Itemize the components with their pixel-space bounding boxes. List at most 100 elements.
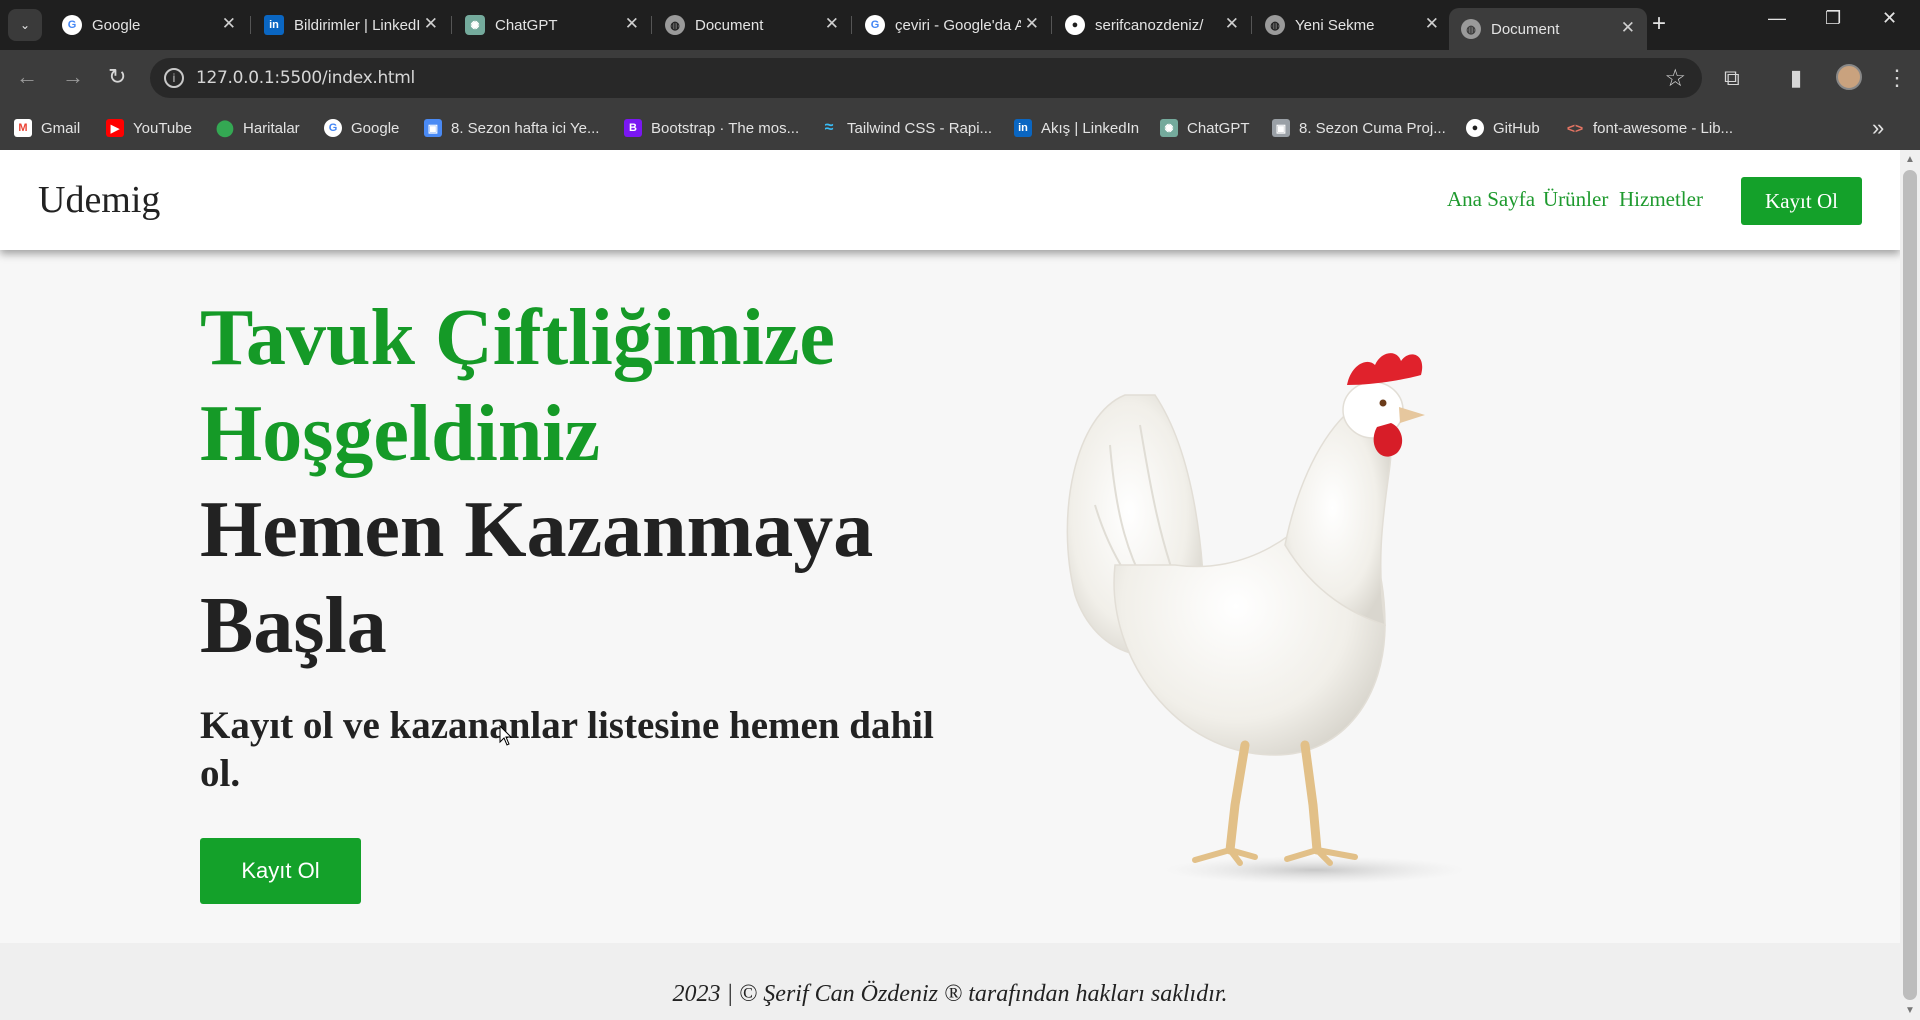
scroll-down-icon[interactable]: ▼ bbox=[1905, 1005, 1915, 1016]
browser-tab-strip: ⌄ G Google ✕ in Bildirimler | LinkedIn ✕… bbox=[0, 0, 1920, 50]
chicken-eye bbox=[1379, 399, 1387, 407]
new-tab-button[interactable]: + bbox=[1652, 10, 1666, 38]
chicken-beak bbox=[1399, 407, 1425, 423]
window-close-icon[interactable]: ✕ bbox=[1882, 8, 1897, 29]
chicken-leg-right bbox=[1300, 740, 1322, 855]
tab-divider bbox=[651, 16, 652, 34]
forward-icon[interactable]: → bbox=[62, 64, 84, 90]
site-footer: 2023 | © Şerif Can Özdeniz ® tarafından … bbox=[0, 943, 1900, 1020]
tab-search-button[interactable]: ⌄ bbox=[8, 9, 42, 41]
chicken-wattle bbox=[1373, 423, 1403, 457]
bookmarks-bar: M Gmail ▶ YouTube ⬤ Haritalar G Google ▣… bbox=[0, 107, 1920, 150]
linkedin-icon: in bbox=[1014, 119, 1032, 137]
classroom-icon: ▣ bbox=[424, 119, 442, 137]
footer-copyright: 2023 | © Şerif Can Özdeniz ® tarafından … bbox=[672, 981, 1228, 1007]
page-viewport: Udemig Ana Sayfa Ürünler Hizmetler Kayıt… bbox=[0, 150, 1900, 1020]
close-tab-icon[interactable]: ✕ bbox=[222, 14, 236, 34]
reload-icon[interactable]: ↻ bbox=[108, 64, 126, 90]
chicken-comb bbox=[1347, 353, 1423, 385]
hero-title-dark-line: Başla bbox=[200, 582, 387, 670]
site-logo[interactable]: Udemig bbox=[38, 178, 160, 222]
bookmark-star-icon[interactable]: ☆ bbox=[1664, 64, 1686, 93]
scrollbar-thumb[interactable] bbox=[1903, 170, 1917, 1000]
chatgpt-icon: ✺ bbox=[465, 15, 485, 35]
hero-title: Tavuk Çiftliğimize Hoşgeldiniz Hemen Kaz… bbox=[200, 290, 980, 674]
close-tab-icon[interactable]: ✕ bbox=[424, 14, 438, 34]
bookmark-maps[interactable]: ⬤ Haritalar bbox=[216, 119, 300, 138]
nav-link-home[interactable]: Ana Sayfa bbox=[1447, 187, 1535, 212]
chicken-image bbox=[1066, 353, 1465, 884]
gmail-icon: M bbox=[14, 119, 32, 137]
close-tab-icon[interactable]: ✕ bbox=[1621, 18, 1635, 38]
mouse-cursor-icon bbox=[499, 725, 513, 746]
google-icon: G bbox=[62, 15, 82, 35]
tab-divider bbox=[451, 16, 452, 34]
hero-title-green-line: Hoşgeldiniz bbox=[200, 390, 601, 478]
chatgpt-icon: ✺ bbox=[1160, 119, 1178, 137]
code-icon: <> bbox=[1566, 120, 1584, 136]
chicken-shadow bbox=[1165, 856, 1465, 884]
bookmark-font-awesome[interactable]: <> font-awesome - Lib... bbox=[1566, 119, 1733, 137]
scroll-up-icon[interactable]: ▲ bbox=[1905, 154, 1915, 165]
close-tab-icon[interactable]: ✕ bbox=[625, 14, 639, 34]
bookmark-tailwind[interactable]: ≈ Tailwind CSS - Rapi... bbox=[820, 119, 992, 137]
url-text[interactable]: 127.0.0.1:5500/index.html bbox=[196, 68, 415, 88]
minimize-icon[interactable]: — bbox=[1768, 8, 1786, 29]
site-info-icon[interactable]: i bbox=[164, 68, 184, 88]
globe-icon: ◍ bbox=[1265, 15, 1285, 35]
classroom-icon: ▣ bbox=[1272, 119, 1290, 137]
bookmark-github[interactable]: ● GitHub bbox=[1466, 119, 1540, 137]
tab-document[interactable]: ◍ Document ✕ bbox=[653, 8, 851, 42]
hero-subtitle: Kayıt ol ve kazananlar listesine hemen d… bbox=[200, 704, 934, 795]
tab-new[interactable]: ◍ Yeni Sekme ✕ bbox=[1253, 8, 1451, 42]
globe-icon: ◍ bbox=[665, 15, 685, 35]
github-icon: ● bbox=[1466, 119, 1484, 137]
linkedin-icon: in bbox=[264, 15, 284, 35]
bookmark-classroom-1[interactable]: ▣ 8. Sezon hafta ici Ye... bbox=[424, 119, 599, 137]
tab-document-active[interactable]: ◍ Document ✕ bbox=[1449, 8, 1647, 50]
hero-register-button[interactable]: Kayıt Ol bbox=[200, 838, 361, 904]
bootstrap-icon: B bbox=[624, 119, 642, 137]
google-icon: G bbox=[865, 15, 885, 35]
bookmark-classroom-2[interactable]: ▣ 8. Sezon Cuma Proj... bbox=[1272, 119, 1446, 137]
close-tab-icon[interactable]: ✕ bbox=[1425, 14, 1439, 34]
close-tab-icon[interactable]: ✕ bbox=[1225, 14, 1239, 34]
hero-title-green-line: Tavuk Çiftliğimize bbox=[200, 294, 835, 382]
side-panel-icon[interactable]: ▮ bbox=[1790, 65, 1802, 91]
tab-divider bbox=[250, 16, 251, 34]
bookmarks-overflow-icon[interactable]: » bbox=[1872, 115, 1884, 141]
address-bar[interactable]: i 127.0.0.1:5500/index.html ☆ bbox=[150, 58, 1702, 98]
nav-link-services[interactable]: Hizmetler bbox=[1619, 187, 1703, 212]
tab-github[interactable]: ● serifcanozdeniz/ ✕ bbox=[1053, 8, 1251, 42]
header-register-button[interactable]: Kayıt Ol bbox=[1741, 177, 1862, 225]
google-icon: G bbox=[324, 119, 342, 137]
tab-linkedin[interactable]: in Bildirimler | LinkedIn ✕ bbox=[252, 8, 450, 42]
maps-icon: ⬤ bbox=[216, 120, 234, 137]
tab-divider bbox=[1051, 16, 1052, 34]
globe-icon: ◍ bbox=[1461, 19, 1481, 39]
nav-link-products[interactable]: Ürünler bbox=[1543, 187, 1608, 212]
bookmark-chatgpt[interactable]: ✺ ChatGPT bbox=[1160, 119, 1250, 137]
tab-chatgpt[interactable]: ✺ ChatGPT ✕ bbox=[453, 8, 651, 42]
restore-icon[interactable]: ❐ bbox=[1825, 8, 1841, 29]
profile-avatar[interactable] bbox=[1836, 64, 1862, 90]
back-icon[interactable]: ← bbox=[16, 64, 38, 90]
extensions-icon[interactable]: ⧉ bbox=[1724, 65, 1740, 91]
bookmark-linkedin[interactable]: in Akış | LinkedIn bbox=[1014, 119, 1139, 137]
menu-kebab-icon[interactable]: ⋮ bbox=[1886, 65, 1908, 91]
bookmark-gmail[interactable]: M Gmail bbox=[14, 119, 80, 137]
bookmark-google[interactable]: G Google bbox=[324, 119, 399, 137]
page-scrollbar[interactable]: ▲ ▼ bbox=[1900, 150, 1920, 1020]
youtube-icon: ▶ bbox=[106, 119, 124, 137]
github-icon: ● bbox=[1065, 15, 1085, 35]
tab-google-search[interactable]: G çeviri - Google'da Ara ✕ bbox=[853, 8, 1051, 42]
site-header: Udemig Ana Sayfa Ürünler Hizmetler Kayıt… bbox=[0, 150, 1900, 250]
close-tab-icon[interactable]: ✕ bbox=[1025, 14, 1039, 34]
tailwind-icon: ≈ bbox=[824, 119, 834, 136]
hero-title-dark-line: Hemen Kazanmaya bbox=[200, 486, 874, 574]
close-tab-icon[interactable]: ✕ bbox=[825, 14, 839, 34]
tab-google[interactable]: G Google ✕ bbox=[50, 8, 248, 42]
bookmark-youtube[interactable]: ▶ YouTube bbox=[106, 119, 192, 137]
bookmark-bootstrap[interactable]: B Bootstrap · The mos... bbox=[624, 119, 799, 137]
hero-section: Tavuk Çiftliğimize Hoşgeldiniz Hemen Kaz… bbox=[0, 250, 1900, 943]
